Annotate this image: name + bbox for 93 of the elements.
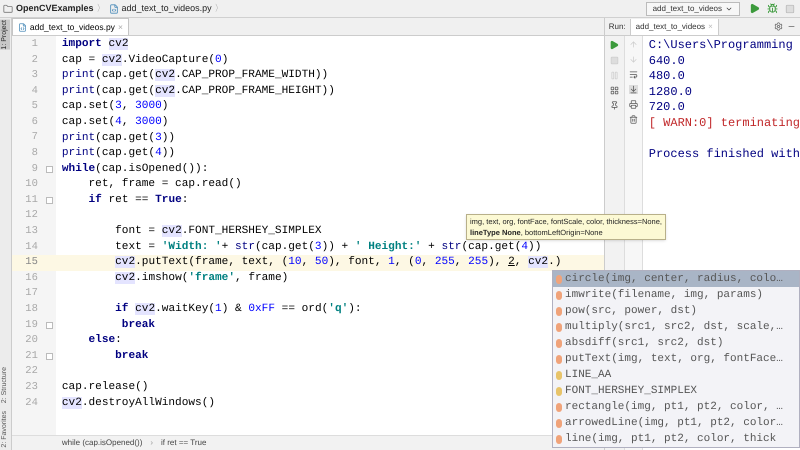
- console-output-line: Process finished with: [648, 146, 800, 162]
- line-number: 8: [30, 146, 38, 162]
- code-line: break: [120, 318, 156, 333]
- line-number: 4: [30, 84, 38, 99]
- console-output-line: 720.0: [648, 100, 686, 116]
- stop-icon[interactable]: [785, 4, 795, 14]
- line-number: 18: [24, 302, 38, 318]
- console-output-line: [ WARN:0] terminating: [648, 116, 800, 132]
- code-line: cap = cv2.VideoCapture(0): [62, 52, 228, 68]
- fold-marker-icon[interactable]: [46, 353, 53, 360]
- scroll-to-end-icon[interactable]: [628, 85, 638, 94]
- completion-text: FONT_HERSHEY_SIMPLEX: [565, 384, 698, 399]
- line-number: 9: [30, 162, 38, 177]
- line-number: 2: [30, 52, 38, 68]
- run-icon[interactable]: [749, 3, 760, 14]
- completion-item[interactable]: imwrite(filename, img, params): [553, 287, 799, 303]
- line-number: 19: [24, 318, 38, 333]
- python-file-icon: [108, 4, 119, 14]
- line-number: 6: [30, 114, 38, 130]
- console-output-line: 1280.0: [648, 84, 693, 100]
- file-crumb[interactable]: add_text_to_videos.py: [122, 2, 212, 16]
- completion-text: imwrite(filename, img, params): [565, 288, 764, 303]
- completion-item[interactable]: LINE_AA: [553, 367, 799, 383]
- completion-text: line(img, pt1, pt2, color, thick: [565, 432, 776, 447]
- settings-icon[interactable]: [774, 22, 783, 31]
- line-number: 15: [24, 255, 38, 270]
- folder-icon: [3, 4, 13, 14]
- line-number: 5: [30, 99, 38, 114]
- line-number: 12: [24, 208, 38, 224]
- line-number: 17: [24, 286, 38, 302]
- code-line: import cv2: [62, 37, 128, 52]
- code-line: print(cap.get(4)): [62, 146, 176, 162]
- fold-marker-icon[interactable]: [46, 322, 53, 329]
- project-crumb[interactable]: OpenCVExamples: [16, 2, 94, 16]
- run-label: Run:: [608, 20, 626, 32]
- crumb-separator: 〉: [214, 2, 224, 15]
- code-line: break: [114, 348, 148, 364]
- fold-marker-icon[interactable]: [46, 197, 53, 204]
- console-output-line: 640.0: [648, 54, 686, 70]
- console-output-line: 480.0: [648, 69, 686, 85]
- completion-item[interactable]: FONT_HERSHEY_SIMPLEX: [553, 383, 799, 399]
- structure-crumb[interactable]: if ret == True: [161, 437, 206, 449]
- code-line: cap.set(4, 3000): [62, 114, 168, 130]
- completion-item[interactable]: line(img, pt1, pt2, color, thick: [553, 431, 799, 447]
- line-number: 24: [24, 396, 38, 411]
- structure-crumb[interactable]: while (cap.isOpened()): [62, 437, 142, 449]
- completion-text: pow(src, power, dst): [565, 304, 698, 319]
- line-number: 11: [24, 192, 38, 208]
- wrap-icon[interactable]: [628, 70, 638, 79]
- bug-icon[interactable]: [767, 3, 778, 14]
- rerun-icon[interactable]: [609, 40, 620, 50]
- layout-icon[interactable]: [610, 86, 619, 95]
- code-line: cap.set(3, 3000): [62, 99, 168, 114]
- code-line: font = cv2.FONT_HERSHEY_SIMPLEX: [114, 224, 322, 240]
- code-line: print(cap.get(cv2.CAP_PROP_FRAME_WIDTH)): [62, 68, 328, 84]
- line-number: 1: [30, 36, 38, 52]
- code-line: ret, frame = cap.read(): [88, 177, 242, 192]
- crumb-separator: 〉: [96, 2, 106, 15]
- python-file-icon: [18, 22, 27, 32]
- code-line: print(cap.get(3)): [62, 130, 176, 146]
- code-line: while(cap.isOpened()):: [62, 162, 208, 177]
- line-number: 23: [24, 380, 38, 395]
- code-line: if ret == True:: [88, 192, 188, 208]
- code-line: text = 'Width: '+ str(cap.get(3)) + ' Height:' + str(cap.get(4)): [114, 240, 542, 255]
- code-line: cv2.destroyAllWindows(): [62, 396, 216, 411]
- code-line: cv2.imshow('frame', frame): [114, 270, 288, 286]
- pin-icon[interactable]: [610, 101, 619, 110]
- line-number: 10: [24, 177, 38, 192]
- run-tab[interactable]: add_text_to_videos ×: [630, 18, 719, 34]
- code-line: print(cap.get(cv2.CAP_PROP_FRAME_HEIGHT)): [62, 84, 335, 99]
- crumb-separator: ›: [150, 437, 154, 449]
- line-number: 13: [24, 224, 38, 240]
- line-number: 21: [24, 348, 38, 364]
- trash-icon[interactable]: [628, 115, 638, 124]
- line-number: 20: [24, 333, 38, 348]
- console-output-line: C:\Users\Programming: [648, 38, 794, 54]
- completion-item[interactable]: pow(src, power, dst): [553, 303, 799, 319]
- completion-text: LINE_AA: [565, 368, 612, 383]
- line-number: 3: [30, 68, 38, 84]
- line-number: 16: [24, 270, 38, 286]
- completion-text: absdiff(src1, src2, dst): [565, 336, 724, 351]
- code-line: else:: [88, 333, 122, 348]
- code-line: cv2.putText(frame, text, (10, 50), font, 1, (0, 255, 255), 2, cv2.): [114, 255, 562, 270]
- editor-tab[interactable]: add_text_to_videos.py ×: [12, 18, 129, 35]
- line-number: 14: [24, 240, 38, 255]
- line-number: 7: [30, 130, 38, 146]
- line-number: 22: [24, 364, 38, 380]
- print-icon[interactable]: [628, 100, 638, 109]
- code-line: if cv2.waitKey(1) & 0xFF == ord('q'):: [114, 302, 362, 318]
- fold-marker-icon[interactable]: [46, 166, 53, 174]
- run-config-dropdown[interactable]: add_text_to_videos: [646, 2, 740, 16]
- code-line: cap.release(): [62, 380, 148, 396]
- completion-item[interactable]: absdiff(src1, src2, dst): [553, 335, 799, 351]
